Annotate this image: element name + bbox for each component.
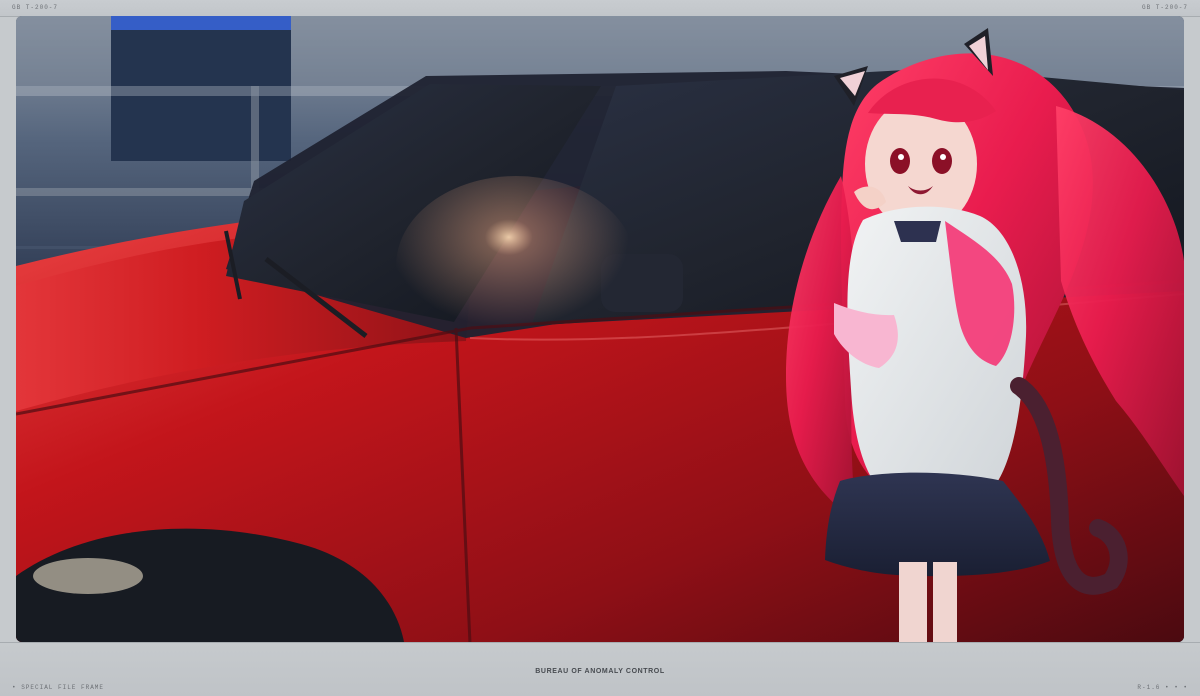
game-viewport: [16, 16, 1184, 642]
top-left-code: GB T-200-7: [12, 4, 59, 11]
top-right-code: GB T-200-7: [1141, 4, 1188, 11]
screenshot-frame: GB T-200-7 GB T-200-7 • SPECIAL FILE FRA…: [0, 0, 1200, 696]
bottom-title: BUREAU OF ANOMALY CONTROL: [535, 668, 665, 675]
scene-illustration: [16, 16, 1184, 642]
bottom-right-code: R-1.6 • • •: [1137, 684, 1188, 691]
bottom-divider: [0, 642, 1200, 643]
top-frame-bar: [0, 0, 1200, 16]
bottom-left-code: • SPECIAL FILE FRAME: [12, 684, 105, 691]
